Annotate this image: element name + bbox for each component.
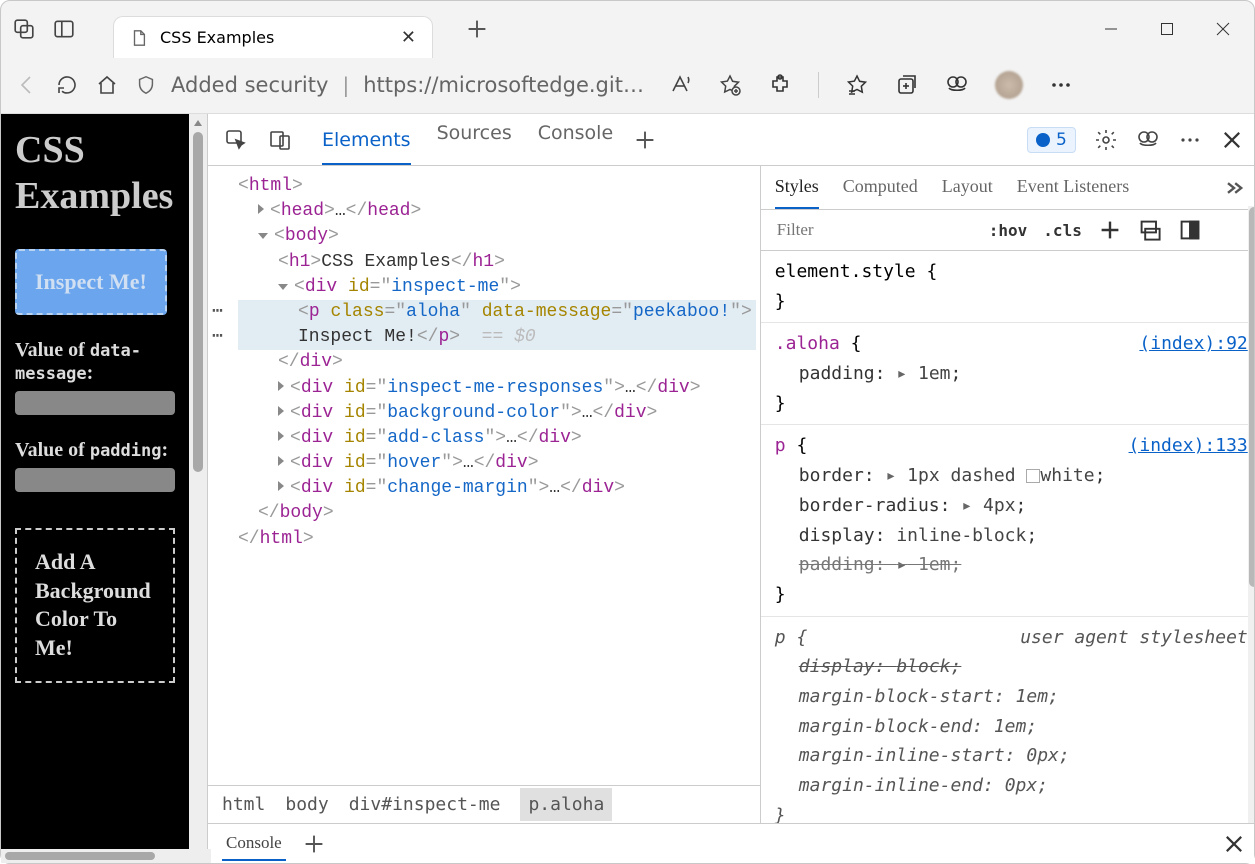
issues-badge[interactable]: 5 xyxy=(1027,127,1076,153)
maximize-button[interactable] xyxy=(1160,22,1174,36)
new-tab-button[interactable] xyxy=(465,17,489,41)
inspect-me-button[interactable]: Inspect Me! xyxy=(15,249,167,315)
add-bg-box[interactable]: Add A Background Color To Me! xyxy=(15,528,175,682)
style-rule-p-ua[interactable]: user agent stylesheet p { display: block… xyxy=(761,617,1254,823)
data-message-label: Value of data-message: xyxy=(15,339,175,385)
separator: | xyxy=(342,73,349,97)
minimize-button[interactable] xyxy=(1104,22,1118,36)
read-aloud-icon[interactable] xyxy=(668,73,692,97)
security-label: Added security xyxy=(171,73,328,97)
url-text[interactable]: https://microsoftedge.git… xyxy=(363,73,644,97)
devtools-more-icon[interactable] xyxy=(1178,128,1202,152)
computed-toggle-icon[interactable] xyxy=(1178,218,1202,242)
close-window-button[interactable] xyxy=(1216,22,1230,36)
divider xyxy=(818,72,819,98)
padding-input[interactable] xyxy=(15,468,175,492)
tab-title: CSS Examples xyxy=(160,28,274,47)
page-vertical-scrollbar[interactable] xyxy=(189,114,207,863)
favorite-icon[interactable] xyxy=(718,73,742,97)
vertical-tabs-icon[interactable] xyxy=(53,18,75,40)
element-breadcrumb[interactable]: html body div#inspect-me p.aloha xyxy=(208,785,760,823)
new-style-rule-icon[interactable] xyxy=(1098,218,1122,242)
breadcrumb-body[interactable]: body xyxy=(285,792,328,817)
styles-list[interactable]: element.style {} (index):92 .aloha { pad… xyxy=(761,251,1254,823)
padding-label: Value of padding: xyxy=(15,439,175,462)
more-tabs-icon[interactable] xyxy=(633,128,657,152)
refresh-button[interactable] xyxy=(55,73,79,97)
inspect-element-icon[interactable] xyxy=(224,128,248,152)
security-shield-icon[interactable] xyxy=(135,74,157,96)
tab-actions-icon[interactable] xyxy=(13,18,35,40)
page-horizontal-scrollbar[interactable] xyxy=(1,849,211,863)
devtools-tab-sources[interactable]: Sources xyxy=(437,122,512,158)
style-rule-aloha[interactable]: (index):92 .aloha { padding: ▸ 1em;} xyxy=(761,323,1254,425)
copy-styles-icon[interactable] xyxy=(1138,218,1162,242)
devtools-tab-console[interactable]: Console xyxy=(538,122,613,158)
breadcrumb-html[interactable]: html xyxy=(222,792,265,817)
copilot-icon[interactable] xyxy=(945,73,969,97)
dom-tree[interactable]: <html><head>…</head><body><h1>CSS Exampl… xyxy=(208,166,760,785)
styles-tab-event-listeners[interactable]: Event Listeners xyxy=(1017,176,1129,209)
styles-filter-input[interactable] xyxy=(773,216,973,244)
browser-tab[interactable]: CSS Examples ✕ xyxy=(113,16,433,58)
favorites-hub-icon[interactable] xyxy=(845,73,869,97)
cls-toggle[interactable]: .cls xyxy=(1043,221,1082,240)
issue-dot-icon xyxy=(1036,133,1050,147)
close-devtools-icon[interactable] xyxy=(1220,128,1244,152)
device-toolbar-icon[interactable] xyxy=(268,128,292,152)
settings-icon[interactable] xyxy=(1094,128,1118,152)
collections-icon[interactable] xyxy=(895,73,919,97)
close-drawer-icon[interactable] xyxy=(1222,832,1246,856)
source-link[interactable]: (index):133 xyxy=(1129,431,1248,461)
more-icon[interactable] xyxy=(1049,73,1073,97)
source-link[interactable]: (index):92 xyxy=(1139,329,1247,359)
data-message-input[interactable] xyxy=(15,391,175,415)
hov-toggle[interactable]: :hov xyxy=(989,221,1028,240)
more-styles-tabs-icon[interactable] xyxy=(1222,176,1246,200)
drawer-console-tab[interactable]: Console xyxy=(222,827,286,861)
devtools-panel: Elements Sources Console 5 <html><head>…</… xyxy=(207,114,1254,863)
styles-tab-computed[interactable]: Computed xyxy=(843,176,918,209)
back-button[interactable] xyxy=(15,73,39,97)
profile-avatar[interactable] xyxy=(995,71,1023,99)
styles-tab-styles[interactable]: Styles xyxy=(775,176,819,209)
home-button[interactable] xyxy=(95,73,119,97)
breadcrumb-paloha[interactable]: p.aloha xyxy=(520,788,612,821)
styles-scrollbar[interactable] xyxy=(1248,206,1254,823)
styles-tab-layout[interactable]: Layout xyxy=(942,176,993,209)
close-tab-icon[interactable]: ✕ xyxy=(401,27,416,48)
rendered-page: CSS Examples Inspect Me! Value of data-m… xyxy=(1,114,189,863)
element-style-rule[interactable]: element.style {} xyxy=(761,251,1254,323)
style-rule-p[interactable]: (index):133 p { border: ▸ 1px dashed whi… xyxy=(761,425,1254,616)
drawer-add-tab-icon[interactable] xyxy=(302,832,326,856)
breadcrumb-divinspectme[interactable]: div#inspect-me xyxy=(349,792,501,817)
extensions-icon[interactable] xyxy=(768,73,792,97)
devtools-tab-elements[interactable]: Elements xyxy=(322,129,411,165)
page-heading: CSS Examples xyxy=(15,128,175,219)
feedback-icon[interactable] xyxy=(1136,128,1160,152)
